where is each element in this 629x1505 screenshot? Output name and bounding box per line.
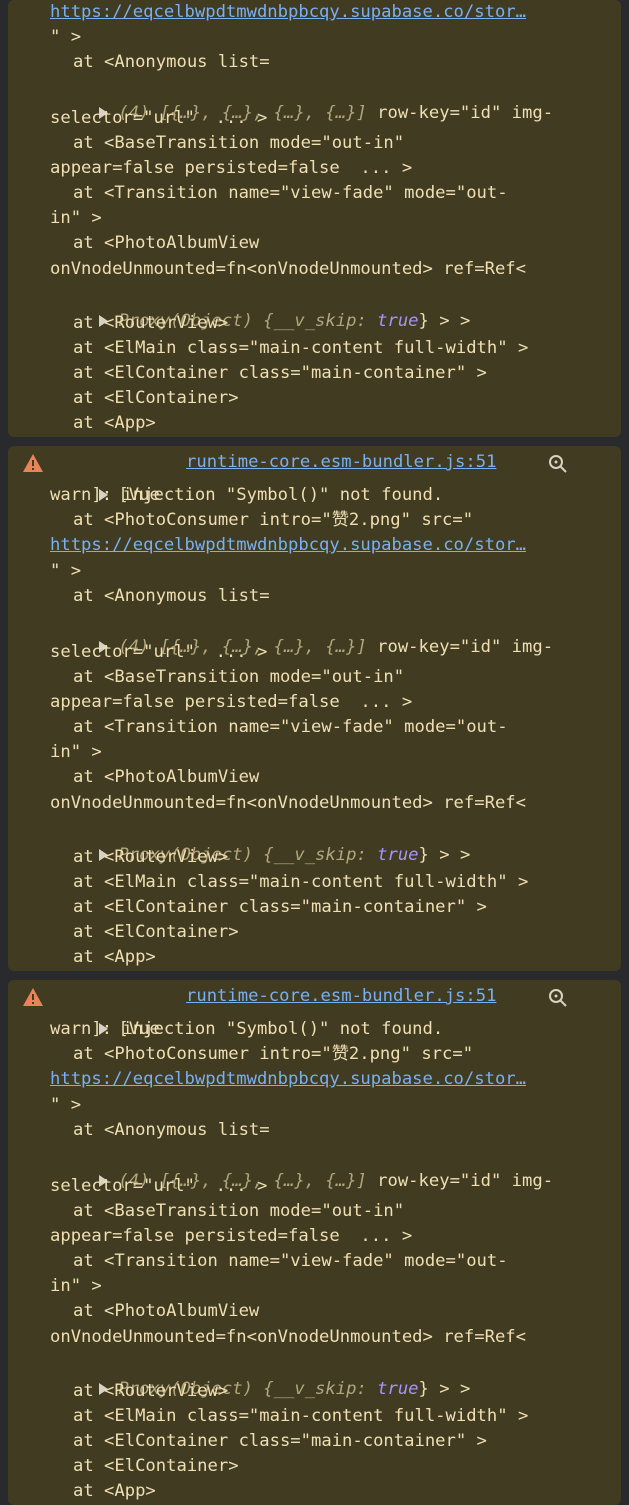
proxy-preview[interactable]: Proxy(Object) {__v_skip: true} > > [58, 1352, 470, 1399]
trace-line: at <App> [73, 1481, 156, 1501]
trace-line: at <Anonymous list= [73, 1120, 270, 1140]
trace-line: " > [50, 561, 82, 581]
trace-line: appear=false persisted=false ... > [50, 1226, 413, 1246]
trace-line: at <BaseTransition mode="out-in" [73, 667, 405, 687]
trace-line: at <ElContainer> [73, 922, 239, 942]
message-header[interactable]: [Vue [58, 992, 160, 1039]
source-file-link[interactable]: runtime-core.esm-bundler.js:51 [186, 450, 496, 475]
trace-line: at <BaseTransition mode="out-in" [73, 133, 405, 153]
warning-text: warn]: injection "Symbol()" not found. [50, 1019, 444, 1039]
source-url-link[interactable]: https://eqcelbwpdtmwdnbpbcqy.supabase.co… [50, 1067, 526, 1092]
trace-line: at <ElContainer class="main-container" > [73, 1431, 487, 1451]
trace-line: appear=false persisted=false ... > [50, 158, 413, 178]
source-file-link[interactable]: runtime-core.esm-bundler.js:51 [186, 984, 496, 1009]
trace-line: at <PhotoConsumer intro="赞2.png" src=" [73, 510, 474, 530]
source-url-link[interactable]: https://eqcelbwpdtmwdnbpbcqy.supabase.co… [50, 533, 526, 558]
trace-line: at <Anonymous list= [73, 52, 270, 72]
trace-line: " > [50, 1095, 82, 1115]
trace-line: at <PhotoAlbumView [73, 233, 260, 253]
trace-line: selector="url" ... > [50, 642, 268, 662]
trace-line: at <ElMain class="main-content full-widt… [73, 1406, 529, 1426]
trace-line: selector="url" ... > [50, 1176, 268, 1196]
trace-line: in" > [50, 742, 102, 762]
trace-line: at <ElMain class="main-content full-widt… [73, 338, 529, 358]
array-preview[interactable]: (4) [{…}, {…}, {…}, {…}] row-key="id" im… [58, 1144, 553, 1191]
trace-line: at <App> [73, 947, 156, 967]
warning-icon [23, 988, 43, 1006]
warning-message: [Vue runtime-core.esm-bundler.js:51 warn… [8, 980, 621, 1505]
trace-line: " > [50, 27, 82, 47]
trace-line: at <PhotoAlbumView [73, 767, 260, 787]
trace-line: at <ElMain class="main-content full-widt… [73, 872, 529, 892]
trace-line: selector="url" ... > [50, 108, 268, 128]
source-url-link[interactable]: https://eqcelbwpdtmwdnbpbcqy.supabase.co… [50, 0, 526, 25]
trace-line: at <RouterView> [73, 1381, 229, 1401]
message-header[interactable]: [Vue [58, 458, 160, 505]
warning-icon [23, 454, 43, 472]
trace-line: at <ElContainer> [73, 388, 239, 408]
trace-line: at <App> [73, 413, 156, 433]
search-icon[interactable] [548, 454, 568, 474]
proxy-preview[interactable]: Proxy(Object) {__v_skip: true} > > [58, 818, 470, 865]
warning-message-partial: https://eqcelbwpdtmwdnbpbcqy.supabase.co… [8, 0, 621, 437]
trace-line: at <BaseTransition mode="out-in" [73, 1201, 405, 1221]
warning-text: warn]: injection "Symbol()" not found. [50, 485, 444, 505]
trace-line: at <RouterView> [73, 313, 229, 333]
trace-line: at <RouterView> [73, 847, 229, 867]
trace-line: at <Transition name="view-fade" mode="ou… [73, 717, 508, 737]
array-preview[interactable]: (4) [{…}, {…}, {…}, {…}] row-key="id" im… [58, 610, 553, 657]
search-icon[interactable] [548, 988, 568, 1008]
trace-line: at <Transition name="view-fade" mode="ou… [73, 183, 508, 203]
trace-line: at <ElContainer> [73, 1456, 239, 1476]
trace-line: at <ElContainer class="main-container" > [73, 363, 487, 383]
trace-line: in" > [50, 208, 102, 228]
proxy-preview[interactable]: Proxy(Object) {__v_skip: true} > > [58, 284, 470, 331]
trace-line: onVnodeUnmounted=fn<onVnodeUnmounted> re… [50, 1327, 526, 1347]
trace-line: at <ElContainer class="main-container" > [73, 897, 487, 917]
console-panel: { "colors": { "warning_bg": "#413b22", "… [0, 0, 629, 1505]
trace-line: at <PhotoAlbumView [73, 1301, 260, 1321]
trace-line: at <Anonymous list= [73, 586, 270, 606]
trace-line: at <PhotoConsumer intro="赞2.png" src=" [73, 1044, 474, 1064]
trace-line: in" > [50, 1276, 102, 1296]
warning-message: [Vue runtime-core.esm-bundler.js:51 warn… [8, 446, 621, 971]
trace-line: appear=false persisted=false ... > [50, 692, 413, 712]
trace-line: onVnodeUnmounted=fn<onVnodeUnmounted> re… [50, 259, 526, 279]
trace-line: onVnodeUnmounted=fn<onVnodeUnmounted> re… [50, 793, 526, 813]
array-preview[interactable]: (4) [{…}, {…}, {…}, {…}] row-key="id" im… [58, 76, 553, 123]
trace-line: at <Transition name="view-fade" mode="ou… [73, 1251, 508, 1271]
